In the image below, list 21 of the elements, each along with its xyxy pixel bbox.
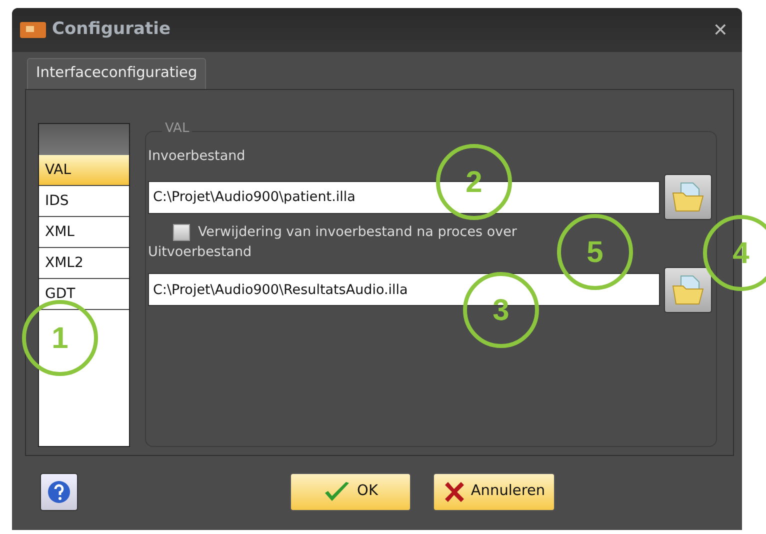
check-icon <box>323 480 352 503</box>
folder-icon <box>671 274 705 306</box>
help-button[interactable] <box>40 472 78 511</box>
tab[interactable]: Interfaceconfiguratieg <box>27 58 206 89</box>
folder-icon <box>671 181 705 213</box>
app-icon <box>20 22 46 38</box>
ok-button[interactable]: OK <box>290 472 411 511</box>
field-label: Uitvoerbestand <box>148 243 252 262</box>
browse-button[interactable] <box>664 266 712 312</box>
callout-circle: 1 <box>22 300 98 376</box>
help-icon <box>47 480 71 504</box>
checkbox-label: Verwijdering van invoerbestand na proces over <box>198 223 517 242</box>
field-label: Invoerbestand <box>148 146 246 166</box>
close-button[interactable]: ✕ <box>706 16 734 44</box>
window-title: Configuratie <box>52 18 170 42</box>
checkbox[interactable] <box>173 224 190 241</box>
callout-circle: 5 <box>557 214 633 290</box>
browse-button[interactable] <box>664 174 712 220</box>
list-item[interactable]: VAL <box>39 154 129 186</box>
x-icon <box>442 480 465 503</box>
cancel-button[interactable]: Annuleren <box>433 472 555 511</box>
